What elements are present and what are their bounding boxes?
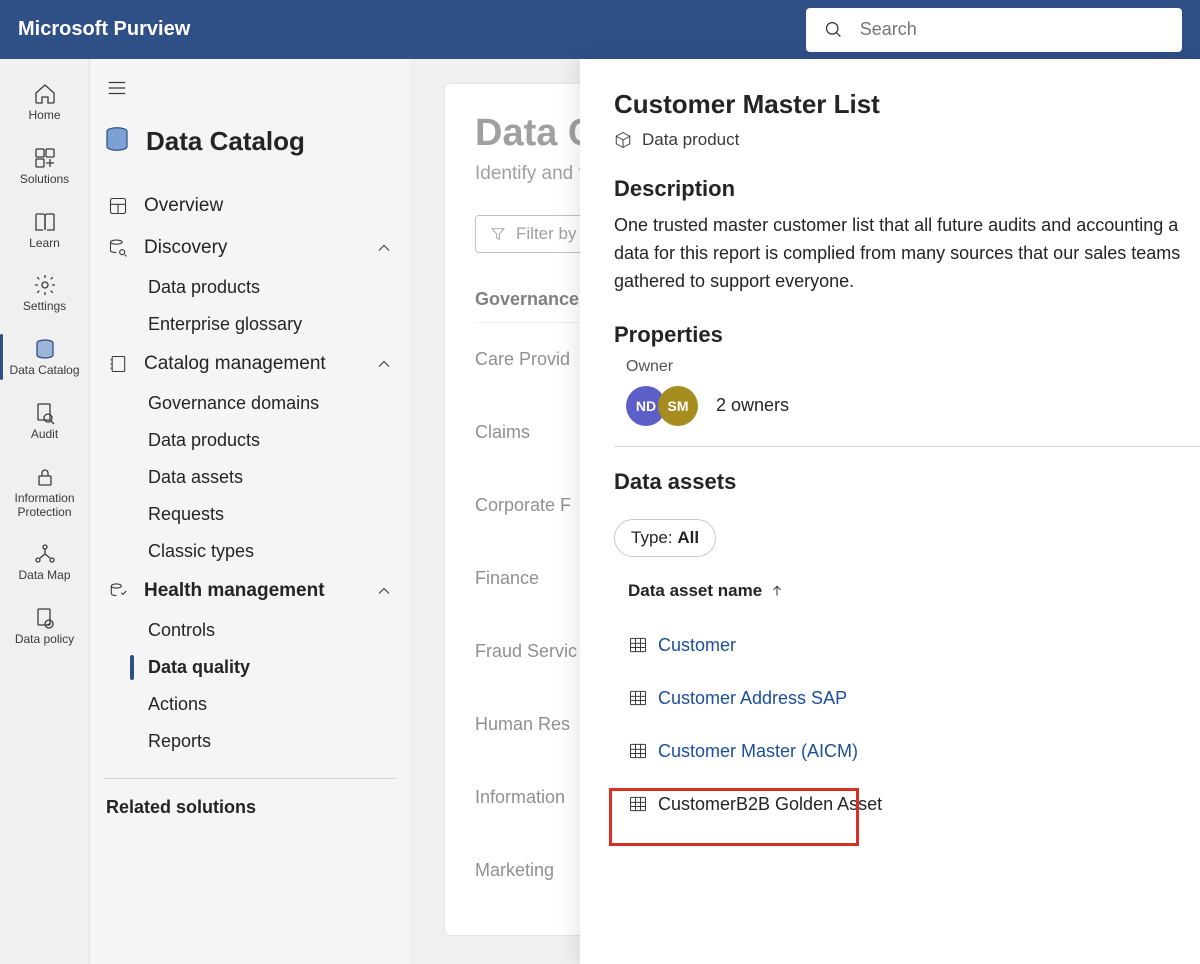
rail-data-policy[interactable]: Data policy <box>5 601 85 651</box>
panel-data-assets-heading: Data assets <box>614 469 1200 495</box>
search-box[interactable] <box>806 8 1182 52</box>
data-asset-link[interactable]: Customer Address SAP <box>658 688 847 709</box>
table-icon <box>628 741 648 761</box>
filter-button[interactable]: Filter by <box>475 215 591 253</box>
nav-actions[interactable]: Actions <box>100 686 400 723</box>
nav-classic-types[interactable]: Classic types <box>100 533 400 570</box>
lock-icon <box>33 465 57 489</box>
nav-data-products[interactable]: Data products <box>100 422 400 459</box>
data-asset-link[interactable]: CustomerB2B Golden Asset <box>658 794 882 815</box>
audit-icon <box>33 401 57 425</box>
rail-data-catalog[interactable]: Data Catalog <box>5 332 85 382</box>
owner-count: 2 owners <box>716 395 789 416</box>
nav-title: Data Catalog <box>146 126 305 157</box>
sort-asc-icon <box>770 584 784 598</box>
book-icon <box>33 210 57 234</box>
nav-discovery-enterprise-glossary[interactable]: Enterprise glossary <box>100 306 400 343</box>
nav-reports[interactable]: Reports <box>100 723 400 760</box>
grid-icon <box>33 146 57 170</box>
cube-icon <box>614 131 632 149</box>
panel-divider <box>614 446 1200 447</box>
table-icon <box>628 635 648 655</box>
chevron-up-icon <box>374 354 394 374</box>
rail-settings[interactable]: Settings <box>5 268 85 318</box>
data-asset-name-header[interactable]: Data asset name <box>614 581 1200 601</box>
nav-gov-domains[interactable]: Governance domains <box>100 385 400 422</box>
layout-icon <box>108 196 128 216</box>
data-asset-row[interactable]: Customer Address SAP <box>614 672 1200 725</box>
data-asset-link[interactable]: Customer Master (AICM) <box>658 741 858 762</box>
nav-related-solutions[interactable]: Related solutions <box>100 797 400 818</box>
home-icon <box>33 82 57 106</box>
panel-type-row: Data product <box>614 130 1200 150</box>
notebook-icon <box>108 354 128 374</box>
type-filter-chip[interactable]: Type: All <box>614 519 716 557</box>
gear-icon <box>33 273 57 297</box>
panel-description-heading: Description <box>614 176 1200 202</box>
data-asset-row[interactable]: CustomerB2B Golden Asset <box>614 778 1200 831</box>
owner-avatars[interactable]: ND SM <box>626 386 698 426</box>
rail-home[interactable]: Home <box>5 77 85 127</box>
search-input[interactable] <box>860 19 1164 40</box>
table-icon <box>628 794 648 814</box>
data-asset-link[interactable]: Customer <box>658 635 736 656</box>
nav-title-row: Data Catalog <box>100 124 400 159</box>
owner-label: Owner <box>614 358 1200 376</box>
avatar: SM <box>658 386 698 426</box>
rail-learn[interactable]: Learn <box>5 205 85 255</box>
nav-catalog-mgmt[interactable]: Catalog management <box>100 343 400 385</box>
database-icon <box>102 124 132 154</box>
data-asset-row[interactable]: Customer <box>614 619 1200 672</box>
chevron-up-icon <box>374 238 394 258</box>
table-icon <box>628 688 648 708</box>
hamburger-button[interactable] <box>100 77 400 104</box>
nav-divider <box>104 778 396 779</box>
nav-overview[interactable]: Overview <box>100 185 400 227</box>
panel-properties-heading: Properties <box>614 322 1200 348</box>
db-search-icon <box>108 238 128 258</box>
brand-label: Microsoft Purview <box>18 18 190 41</box>
filter-icon <box>490 226 506 242</box>
top-bar: Microsoft Purview <box>0 0 1200 59</box>
search-icon <box>824 19 844 41</box>
data-asset-row[interactable]: Customer Master (AICM) <box>614 725 1200 778</box>
nav-data-assets[interactable]: Data assets <box>100 459 400 496</box>
nav-data-quality[interactable]: Data quality <box>100 649 400 686</box>
rail-audit[interactable]: Audit <box>5 396 85 446</box>
chevron-up-icon <box>374 581 394 601</box>
left-rail: Home Solutions Learn Settings Data Catal… <box>0 59 90 964</box>
policy-icon <box>33 606 57 630</box>
nav-discovery-data-products[interactable]: Data products <box>100 269 400 306</box>
health-db-icon <box>108 581 128 601</box>
panel-title: Customer Master List <box>614 89 1200 120</box>
hamburger-icon <box>106 77 128 99</box>
nav-requests[interactable]: Requests <box>100 496 400 533</box>
nav-discovery[interactable]: Discovery <box>100 227 400 269</box>
rail-solutions[interactable]: Solutions <box>5 141 85 191</box>
secondary-nav: Data Catalog Overview Discovery Data pro… <box>90 59 410 964</box>
detail-panel: Customer Master List Data product Descri… <box>580 59 1200 964</box>
nav-health-mgmt[interactable]: Health management <box>100 570 400 612</box>
owners-row: ND SM 2 owners <box>614 386 1200 426</box>
map-icon <box>33 542 57 566</box>
database-icon <box>33 337 57 361</box>
panel-description: One trusted master customer list that al… <box>614 212 1200 296</box>
rail-data-map[interactable]: Data Map <box>5 537 85 587</box>
rail-info-protection[interactable]: Information Protection <box>5 460 85 524</box>
nav-controls[interactable]: Controls <box>100 612 400 649</box>
